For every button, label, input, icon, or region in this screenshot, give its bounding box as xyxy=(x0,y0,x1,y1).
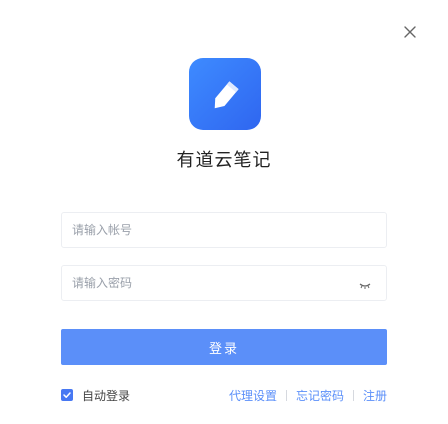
login-button[interactable]: 登录 xyxy=(61,329,387,365)
footer-links: 代理设置 忘记密码 注册 xyxy=(229,387,387,403)
forgot-password-link[interactable]: 忘记密码 xyxy=(296,387,344,404)
checkbox-checked-icon[interactable] xyxy=(61,389,73,401)
app-logo xyxy=(189,58,261,130)
password-visibility-toggle[interactable] xyxy=(358,277,372,291)
account-field[interactable] xyxy=(61,212,387,248)
proxy-settings-link[interactable]: 代理设置 xyxy=(229,387,277,404)
divider xyxy=(352,389,354,401)
register-link[interactable]: 注册 xyxy=(363,387,387,404)
login-dialog: 有道云笔记 登录 自动登录 代理设置 忘记密码 注册 xyxy=(0,0,448,424)
auto-login-label: 自动登录 xyxy=(82,388,131,403)
account-input[interactable] xyxy=(72,213,352,247)
auto-login-checkbox[interactable]: 自动登录 xyxy=(61,387,130,403)
close-icon xyxy=(404,26,416,38)
pencil-note-icon xyxy=(214,81,239,109)
divider xyxy=(285,389,287,401)
login-options: 自动登录 代理设置 忘记密码 注册 xyxy=(61,387,387,403)
eye-closed-icon xyxy=(359,283,371,289)
password-field[interactable] xyxy=(61,265,387,301)
app-name: 有道云笔记 xyxy=(176,150,272,171)
password-input[interactable] xyxy=(72,266,352,300)
close-button[interactable] xyxy=(402,24,418,40)
